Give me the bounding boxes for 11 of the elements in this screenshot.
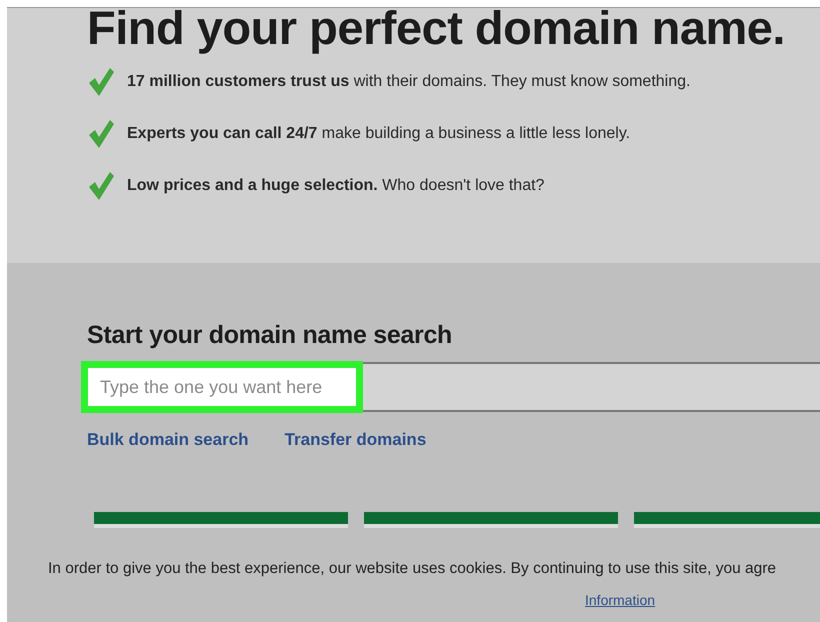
benefit-text: 17 million customers trust us with their domains. They must know something. [127,73,690,91]
cookie-notice: In order to give you the best experience, our website uses cookies. By continuing to use this site, you agre [48,560,778,578]
search-heading: Start your domain name search [87,321,454,350]
search-link[interactable]: Bulk domain search [87,430,249,450]
information-link[interactable]: Information [585,592,656,608]
domain-input[interactable]: Type the one you want here [81,361,363,413]
benefit-text: Experts you can call 24/7 make building a business a little less lonely. [127,125,630,143]
search-link[interactable]: Transfer domains [284,430,426,450]
benefit-text: Low prices and a huge selection. Who doesn't love that? [127,177,544,195]
page-title: Find your perfect domain name. [87,3,786,53]
search-field[interactable]: Type the one you want here [81,362,820,412]
